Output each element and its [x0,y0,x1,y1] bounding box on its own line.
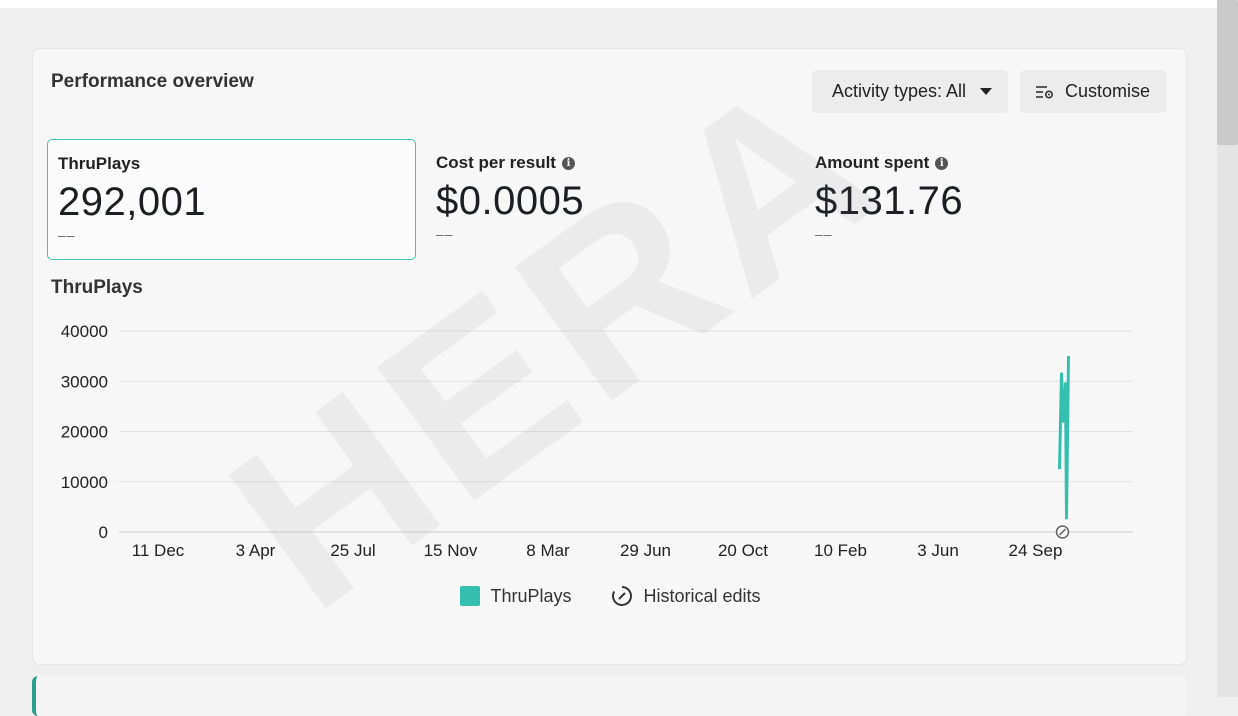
y-tick-label: 30000 [61,372,108,391]
y-tick-label: 20000 [61,423,108,442]
legend-item-thruplays[interactable]: ThruPlays [460,585,571,607]
x-tick-label: 29 Jun [620,541,671,560]
x-tick-label: 3 Apr [236,541,276,560]
scrollbar-thumb[interactable] [1217,0,1238,145]
thruplays-chart: 0 10000 20000 30000 40000 11 Dec 3 Apr 25 Jul 15… [33,49,1188,579]
legend-label: ThruPlays [490,586,571,607]
x-tick-label: 10 Feb [814,541,867,560]
y-tick-label: 0 [99,523,108,542]
legend-swatch [460,586,480,606]
y-tick-label: 40000 [61,322,108,341]
x-tick-label: 20 Oct [718,541,768,560]
x-tick-label: 8 Mar [526,541,570,560]
x-tick-label: 25 Jul [330,541,375,560]
top-bar [0,0,1217,8]
legend-item-historical-edits[interactable]: Historical edits [611,585,760,607]
y-tick-label: 10000 [61,473,108,492]
x-tick-label: 3 Jun [917,541,959,560]
legend-label: Historical edits [643,586,760,607]
x-tick-label: 24 Sep [1009,541,1063,560]
chart-legend: ThruPlays Historical edits [33,585,1188,607]
historical-edit-marker-icon[interactable] [1057,526,1069,538]
series-line-thruplays[interactable] [1060,356,1069,518]
scrollbar[interactable] [1217,0,1238,697]
performance-overview-card: Performance overview Activity types: All… [32,48,1187,665]
x-tick-label: 15 Nov [424,541,478,560]
x-tick-label: 11 Dec [132,541,185,560]
bottom-card [32,676,1187,716]
historical-edits-icon [611,585,633,607]
